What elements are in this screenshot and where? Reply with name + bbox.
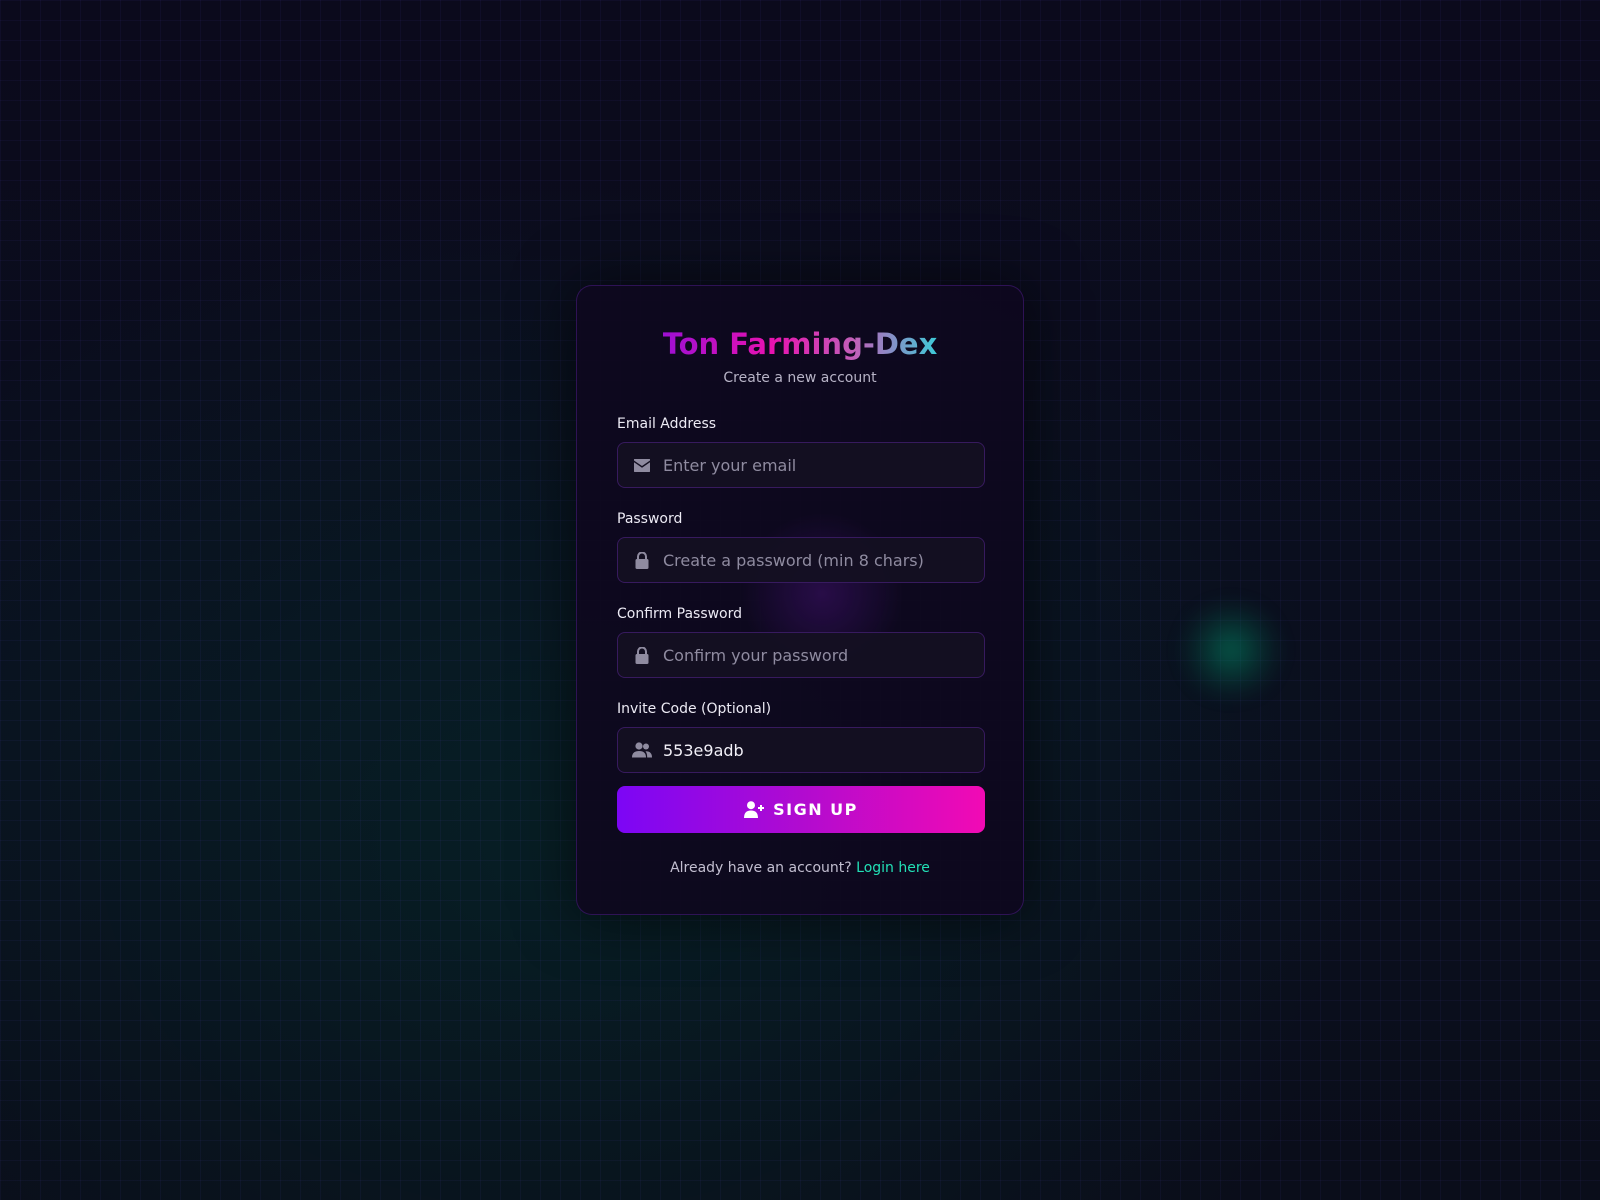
invite-code-label: Invite Code (Optional): [617, 701, 772, 717]
background-glow: [1171, 600, 1291, 700]
email-label: Email Address: [617, 416, 717, 432]
invite-code-input-box[interactable]: [617, 727, 985, 773]
email-input-box[interactable]: [617, 442, 985, 488]
lock-icon: [632, 551, 652, 569]
password-input[interactable]: [663, 538, 973, 582]
brand-header: Ton Farming-Dex: [617, 326, 983, 362]
password-label: Password: [617, 511, 683, 527]
login-link[interactable]: Login here: [856, 860, 930, 876]
lock-icon: [632, 646, 652, 664]
confirm-password-field-group: Confirm Password: [617, 604, 985, 678]
users-icon: [632, 741, 652, 759]
invite-code-input[interactable]: [663, 728, 973, 772]
sign-up-label: SIGN UP: [773, 800, 858, 819]
password-field-group: Password: [617, 509, 985, 583]
page-subtitle: Create a new account: [723, 370, 877, 386]
confirm-password-input[interactable]: [663, 633, 973, 677]
user-plus-icon: [744, 801, 765, 818]
invite-code-field-group: Invite Code (Optional): [617, 699, 985, 773]
login-prompt: Already have an account? Login here: [577, 858, 1023, 878]
app-title: Ton Farming-Dex: [662, 327, 938, 361]
confirm-password-input-box[interactable]: [617, 632, 985, 678]
login-prompt-text: Already have an account?: [670, 860, 852, 876]
signup-card: Ton Farming-Dex Create a new account Ema…: [576, 285, 1024, 915]
password-input-box[interactable]: [617, 537, 985, 583]
confirm-password-label: Confirm Password: [617, 606, 743, 622]
sign-up-button[interactable]: SIGN UP: [617, 786, 985, 833]
envelope-icon: [632, 456, 652, 474]
email-field-group: Email Address: [617, 414, 985, 488]
email-input[interactable]: [663, 443, 973, 487]
